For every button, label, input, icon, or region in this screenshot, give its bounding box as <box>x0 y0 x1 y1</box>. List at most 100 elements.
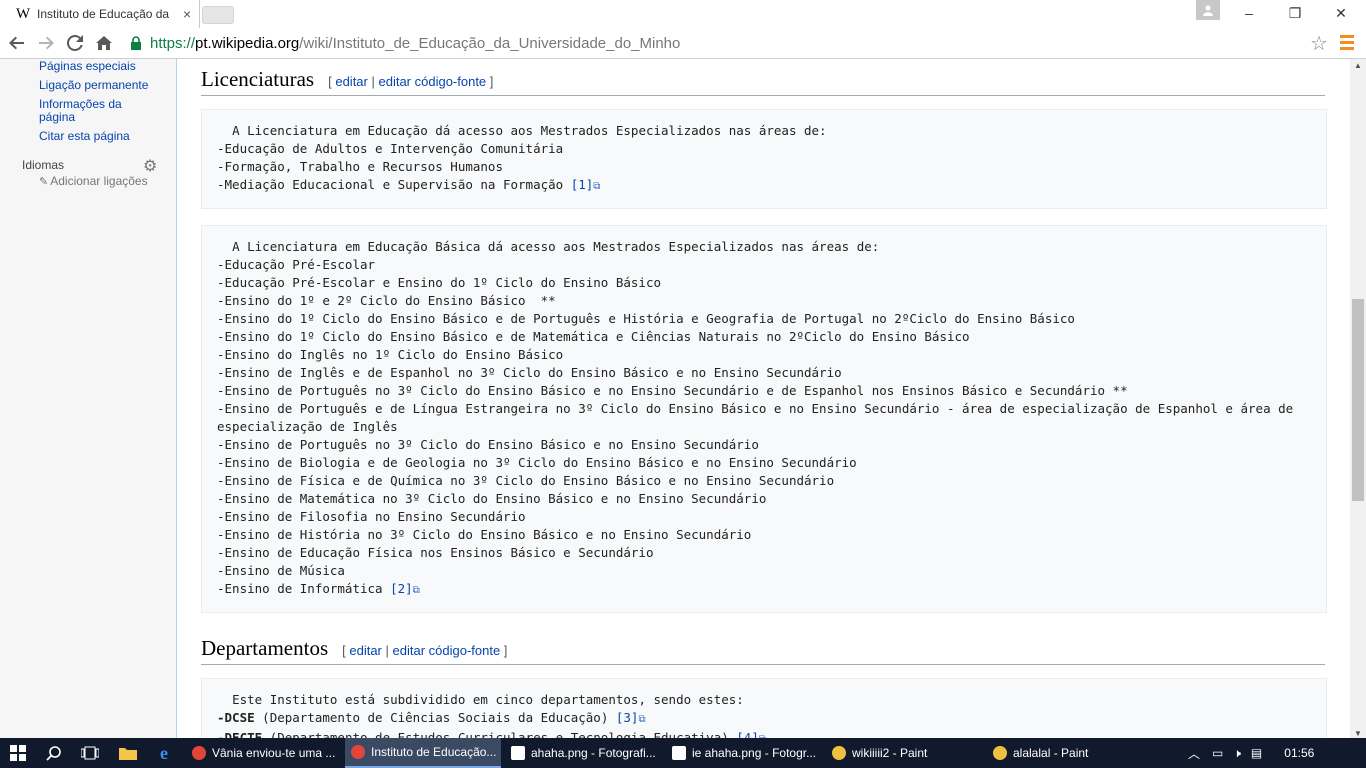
profile-button[interactable] <box>1196 0 1220 20</box>
sidebar-link-permanent-link[interactable]: Ligação permanente <box>39 79 163 92</box>
add-links-link[interactable]: ✎ Adicionar ligações <box>39 174 148 188</box>
preformatted-box-departamentos: Este Instituto está subdividido em cinco… <box>201 678 1327 740</box>
languages-heading: Idiomas <box>22 158 65 172</box>
home-button[interactable] <box>92 31 116 55</box>
box-line: -Ensino do 1º Ciclo do Ensino Básico e d… <box>217 329 970 344</box>
section-title: Licenciaturas <box>201 67 315 91</box>
volume-icon[interactable]: 🕨 <box>1233 746 1241 761</box>
clock[interactable]: 01:56 <box>1284 746 1314 760</box>
paint-icon <box>993 746 1007 760</box>
box-line: A Licenciatura em Educação dá acesso aos… <box>217 123 827 138</box>
taskbar-task-chrome-1[interactable]: Vânia enviou-te uma ... <box>186 738 342 768</box>
task-label: ie ahaha.png - Fotogr... <box>692 746 817 760</box>
network-icon[interactable]: ▭ <box>1212 746 1223 760</box>
notification-icon[interactable]: ▤ <box>1251 746 1262 760</box>
box-line: -Educação de Adultos e Intervenção Comun… <box>217 141 564 156</box>
chevron-up-icon[interactable]: ︿ <box>1188 745 1200 762</box>
sidebar-link-cite[interactable]: Citar esta página <box>39 130 163 143</box>
edit-section-links: [ editar | editar código-fonte ] <box>328 74 494 89</box>
forward-button[interactable] <box>34 31 58 55</box>
reload-icon <box>67 35 83 51</box>
department-abbr: -DCSE <box>217 710 255 725</box>
task-label: ahaha.png - Fotografi... <box>531 746 656 760</box>
reference-link[interactable]: [1] <box>571 177 594 192</box>
search-icon[interactable] <box>36 738 72 768</box>
scroll-up-icon[interactable]: ▲ <box>1354 61 1362 70</box>
address-bar[interactable]: https://pt.wikipedia.org/wiki/Instituto_… <box>122 31 1336 55</box>
box-line: A Licenciatura em Educação Básica dá ace… <box>217 239 880 254</box>
box-line: -Ensino do Inglês no 1º Ciclo do Ensino … <box>217 347 564 362</box>
edit-source-link[interactable]: editar código-fonte <box>378 74 486 89</box>
sidebar-link-special-pages[interactable]: Páginas especiais <box>39 60 163 73</box>
external-link-icon: ⧉ <box>412 585 420 596</box>
photos-icon <box>672 746 686 760</box>
back-button[interactable] <box>5 31 29 55</box>
taskbar-task-paint-2[interactable]: alalalal - Paint <box>987 738 1143 768</box>
task-label: wikiiiii2 - Paint <box>852 746 928 760</box>
forward-arrow-icon <box>39 36 54 50</box>
reference-link[interactable]: [3] <box>616 710 639 725</box>
chrome-icon <box>351 745 365 759</box>
lock-icon <box>131 36 141 50</box>
preformatted-box-educacao: A Licenciatura em Educação dá acesso aos… <box>201 109 1327 209</box>
scrollbar-thumb[interactable] <box>1352 299 1364 501</box>
reload-button[interactable] <box>63 31 87 55</box>
chrome-menu-icon[interactable] <box>1340 35 1354 53</box>
restore-button[interactable]: ❐ <box>1272 0 1318 26</box>
internet-explorer-icon[interactable]: e <box>146 738 182 768</box>
scroll-down-icon[interactable]: ▼ <box>1354 729 1362 738</box>
chrome-icon <box>192 746 206 760</box>
pencil-icon: ✎ <box>39 175 49 188</box>
browser-tab-active[interactable]: W Instituto de Educação da U × <box>0 0 200 28</box>
task-label: alalalal - Paint <box>1013 746 1089 760</box>
taskbar-task-paint-1[interactable]: wikiiiii2 - Paint <box>826 738 982 768</box>
wiki-sidebar: Páginas especiais Ligação permanente Inf… <box>0 59 177 740</box>
external-link-icon: ⧉ <box>638 714 646 725</box>
reference-link[interactable]: [2] <box>390 581 413 596</box>
box-line: -Ensino de História no 3º Ciclo do Ensin… <box>217 527 752 542</box>
task-view-icon[interactable] <box>72 738 108 768</box>
box-line: -Ensino de Física e de Química no 3º Cic… <box>217 473 835 488</box>
edit-link[interactable]: editar <box>349 643 382 658</box>
file-explorer-icon[interactable] <box>110 738 146 768</box>
paint-icon <box>832 746 846 760</box>
add-links-label: Adicionar ligações <box>50 174 148 188</box>
tab-close-icon[interactable]: × <box>183 6 191 22</box>
box-line: -Ensino de Informática <box>217 581 391 596</box>
edit-source-link[interactable]: editar código-fonte <box>393 643 501 658</box>
bookmark-star-icon[interactable]: ☆ <box>1310 31 1328 56</box>
edit-link[interactable]: editar <box>335 74 368 89</box>
new-tab-button[interactable] <box>202 6 234 24</box>
taskbar-task-photos-1[interactable]: ahaha.png - Fotografi... <box>505 738 661 768</box>
section-title: Departamentos <box>201 636 329 660</box>
tab-strip: W Instituto de Educação da U × – ❐ ✕ <box>0 0 1366 28</box>
person-icon <box>1203 5 1213 16</box>
tab-title: Instituto de Educação da U <box>37 7 171 21</box>
external-link-icon: ⧉ <box>593 181 601 192</box>
sidebar-link-page-info[interactable]: Informações da página <box>39 98 129 124</box>
department-name: (Departamento de Ciências Sociais da Edu… <box>254 710 616 725</box>
section-heading-licenciaturas: Licenciaturas [ editar | editar código-f… <box>201 67 1325 96</box>
gear-icon[interactable]: ⚙ <box>143 156 157 176</box>
windows-logo-icon <box>10 745 26 761</box>
page-scrollbar[interactable]: ▲ ▼ <box>1350 59 1366 740</box>
article-content: Licenciaturas [ editar | editar código-f… <box>177 59 1350 740</box>
wikipedia-favicon-icon: W <box>16 5 31 22</box>
back-arrow-icon <box>9 36 24 50</box>
browser-toolbar: https://pt.wikipedia.org/wiki/Instituto_… <box>0 28 1366 59</box>
url-host: pt.wikipedia.org <box>195 34 300 52</box>
box-line: -Ensino de Música <box>217 563 345 578</box>
box-line: -Ensino de Inglês e de Espanhol no 3º Ci… <box>217 365 842 380</box>
taskbar-task-chrome-2[interactable]: Instituto de Educação... <box>345 738 501 768</box>
minimize-button[interactable]: – <box>1226 0 1272 26</box>
box-line: -Ensino de Matemática no 3º Ciclo do Ens… <box>217 491 767 506</box>
section-heading-departamentos: Departamentos [ editar | editar código-f… <box>201 636 1325 665</box>
box-line: Este Instituto está subdividido em cinco… <box>217 692 744 707</box>
home-icon <box>96 36 112 50</box>
close-window-button[interactable]: ✕ <box>1318 0 1364 26</box>
start-button[interactable] <box>0 738 36 768</box>
taskbar-task-photos-2[interactable]: ie ahaha.png - Fotogr... <box>666 738 822 768</box>
edit-section-links: [ editar | editar código-fonte ] <box>342 643 508 658</box>
box-line: -Ensino de Português no 3º Ciclo do Ensi… <box>217 437 759 452</box>
box-line: -Ensino de Português e de Língua Estrang… <box>217 401 1301 434</box>
